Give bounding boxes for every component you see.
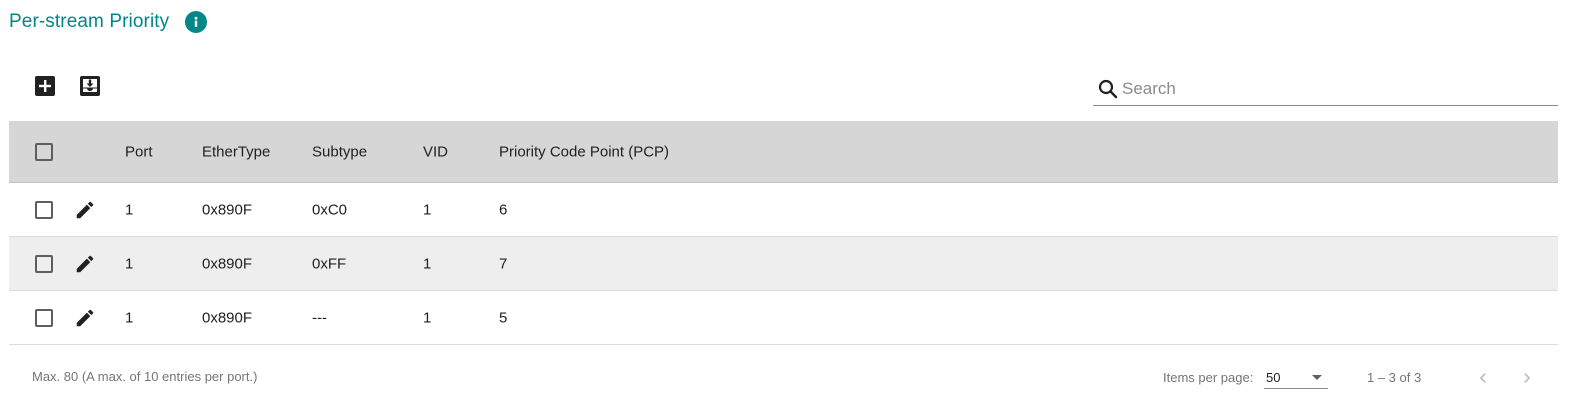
cell-port: 1 bbox=[125, 201, 134, 218]
chevron-left-icon bbox=[1479, 373, 1486, 383]
cell-port: 1 bbox=[125, 309, 134, 326]
column-header-port[interactable]: Port bbox=[125, 143, 153, 160]
cell-port: 1 bbox=[125, 255, 134, 272]
max-entries-note: Max. 80 (A max. of 10 entries per port.) bbox=[32, 369, 258, 384]
toolbar bbox=[33, 74, 101, 97]
search-box bbox=[1093, 73, 1558, 106]
row-select-cell bbox=[35, 308, 53, 327]
column-header-pcp[interactable]: Priority Code Point (PCP) bbox=[499, 143, 669, 160]
pencil-icon bbox=[76, 255, 94, 272]
edit-button[interactable] bbox=[73, 306, 97, 330]
edit-cell bbox=[73, 198, 97, 222]
pencil-icon bbox=[76, 309, 94, 326]
page-range-label: 1 – 3 of 3 bbox=[1367, 370, 1422, 385]
page-title: Per-stream Priority bbox=[9, 11, 170, 32]
cell-ethertype: 0x890F bbox=[202, 201, 253, 218]
edit-button[interactable] bbox=[73, 198, 97, 222]
column-header-subtype[interactable]: Subtype bbox=[312, 143, 367, 160]
search-input[interactable] bbox=[1122, 79, 1542, 99]
items-per-page-label: Items per page: bbox=[1163, 370, 1254, 385]
add-box-icon bbox=[34, 75, 55, 96]
edit-cell bbox=[73, 252, 97, 276]
row-select-cell bbox=[35, 254, 53, 273]
table-header-row: Port EtherType Subtype VID Priority Code… bbox=[9, 121, 1558, 183]
cell-pcp: 5 bbox=[499, 309, 508, 326]
select-all-checkbox[interactable] bbox=[35, 142, 53, 161]
previous-page-button[interactable] bbox=[1471, 366, 1495, 390]
edit-button[interactable] bbox=[73, 252, 97, 276]
cell-subtype: --- bbox=[312, 309, 327, 326]
next-page-button[interactable] bbox=[1515, 366, 1539, 390]
edit-cell bbox=[73, 306, 97, 330]
row-checkbox[interactable] bbox=[35, 254, 53, 273]
items-per-page-select[interactable]: 50 bbox=[1264, 364, 1328, 389]
row-checkbox[interactable] bbox=[35, 308, 53, 327]
select-all-cell bbox=[35, 142, 53, 161]
search-icon bbox=[1098, 79, 1118, 99]
dropdown-arrow-icon bbox=[1312, 375, 1322, 380]
cell-vid: 1 bbox=[423, 201, 432, 218]
add-button[interactable] bbox=[33, 74, 56, 97]
cell-subtype: 0xC0 bbox=[312, 201, 348, 218]
row-checkbox[interactable] bbox=[35, 200, 53, 219]
column-header-vid[interactable]: VID bbox=[423, 143, 448, 160]
table-row: 1 0x890F --- 1 5 bbox=[9, 291, 1558, 345]
title-row: Per-stream Priority bbox=[9, 9, 208, 35]
cell-ethertype: 0x890F bbox=[202, 255, 253, 272]
pencil-icon bbox=[76, 201, 94, 218]
items-per-page-value: 50 bbox=[1266, 370, 1281, 385]
cell-pcp: 6 bbox=[499, 201, 508, 218]
column-header-ethertype[interactable]: EtherType bbox=[202, 143, 270, 160]
row-select-cell bbox=[35, 200, 53, 219]
cell-pcp: 7 bbox=[499, 255, 508, 272]
chevron-right-icon bbox=[1524, 373, 1531, 383]
table-row: 1 0x890F 0xC0 1 6 bbox=[9, 183, 1558, 237]
priority-table: Port EtherType Subtype VID Priority Code… bbox=[9, 121, 1558, 345]
cell-ethertype: 0x890F bbox=[202, 309, 253, 326]
inbox-download-icon bbox=[79, 75, 100, 96]
cell-subtype: 0xFF bbox=[312, 255, 347, 272]
table-row: 1 0x890F 0xFF 1 7 bbox=[9, 237, 1558, 291]
cell-vid: 1 bbox=[423, 255, 432, 272]
cell-vid: 1 bbox=[423, 309, 432, 326]
import-button[interactable] bbox=[78, 74, 101, 97]
info-icon[interactable] bbox=[185, 11, 208, 33]
